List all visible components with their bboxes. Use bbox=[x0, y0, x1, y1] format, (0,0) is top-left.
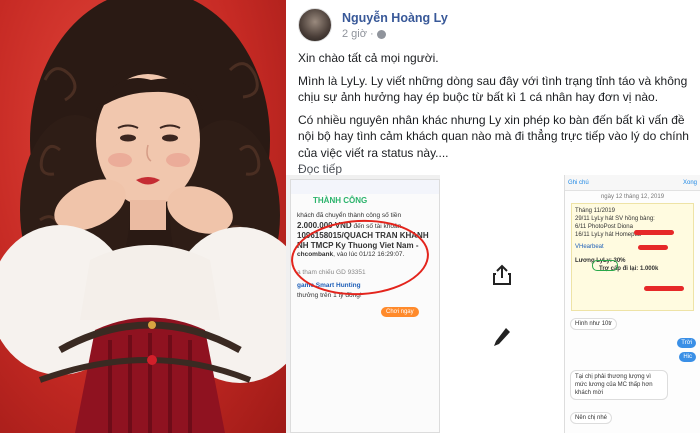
see-more-link[interactable]: Đọc tiếp bbox=[298, 162, 342, 176]
share-icon[interactable] bbox=[488, 261, 516, 289]
notes-content: Tháng 11/2019 29/11 LyLy hát SV hồng bàn… bbox=[571, 203, 694, 311]
author-name[interactable]: Nguyễn Hoàng Ly bbox=[342, 11, 448, 25]
chat-thread: Hình như 10tr Trời Hic Tại chị phải thươ… bbox=[565, 314, 700, 433]
post-text: Xin chào tất cả mọi người. Mình là LyLy.… bbox=[298, 50, 694, 178]
play-now-button: Chơi ngay bbox=[381, 307, 419, 317]
post-time[interactable]: 2 giờ bbox=[342, 28, 367, 40]
globe-icon bbox=[376, 29, 386, 39]
portrait-illustration bbox=[0, 0, 286, 433]
transfer-status-title: THÀNH CÔNG bbox=[313, 196, 368, 205]
facebook-post: Nguyễn Hoàng Ly 2 giờ · Xin chào tất cả … bbox=[286, 0, 700, 433]
author-avatar[interactable] bbox=[298, 8, 332, 42]
notes-chat-screenshot[interactable]: Ghi chú Xong ngày 12 tháng 12, 2019 Thán… bbox=[564, 175, 700, 433]
post-header: Nguyễn Hoàng Ly 2 giờ · bbox=[298, 8, 688, 42]
post-paragraph: Mình là LyLy. Ly viết những dòng sau đây… bbox=[298, 73, 688, 105]
media-actions bbox=[440, 175, 564, 433]
post-paragraph: Xin chào tất cả mọi người. bbox=[298, 51, 439, 65]
post-media: THÀNH CÔNG khách đã chuyển thành công số… bbox=[286, 175, 700, 433]
post-meta: 2 giờ · bbox=[342, 28, 386, 40]
notes-date: ngày 12 tháng 12, 2019 bbox=[600, 194, 665, 200]
notes-done: Xong bbox=[682, 179, 697, 186]
notes-back: Ghi chú bbox=[568, 179, 589, 186]
pencil-icon[interactable] bbox=[488, 323, 516, 351]
bank-transfer-screenshot[interactable]: THÀNH CÔNG khách đã chuyển thành công số… bbox=[290, 179, 440, 433]
post-paragraph: Có nhiều nguyên nhân khác nhưng Ly xin p… bbox=[298, 112, 689, 160]
post-photo-portrait[interactable] bbox=[0, 0, 286, 433]
